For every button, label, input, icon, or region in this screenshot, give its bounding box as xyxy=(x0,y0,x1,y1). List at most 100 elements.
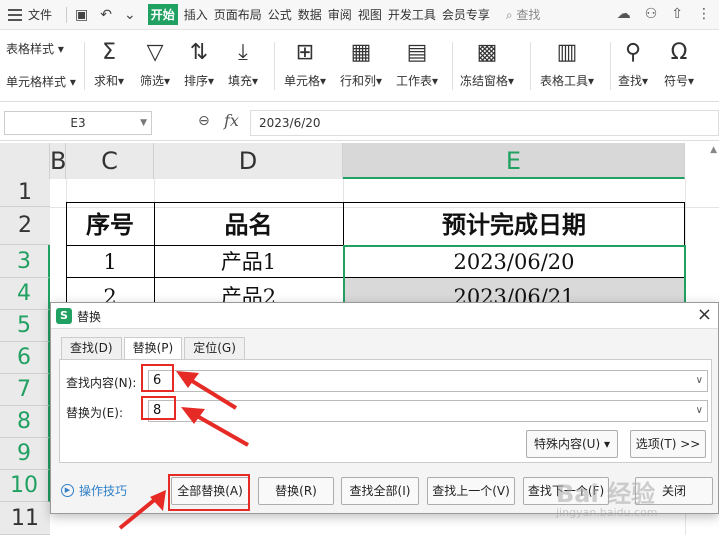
row-header-5[interactable]: 5 xyxy=(0,310,50,342)
menu-file[interactable]: 文件 xyxy=(28,6,52,23)
freeze-button[interactable]: ▩ 冻结窗格▾ xyxy=(460,38,514,89)
fill-button[interactable]: ⤓ 填充▾ xyxy=(228,38,258,89)
sum-button[interactable]: Σ 求和▾ xyxy=(94,38,124,89)
annotation-box-replace xyxy=(141,396,176,420)
options-button[interactable]: 选项(T) >> xyxy=(630,430,706,458)
header-cell-no[interactable]: 序号 xyxy=(66,205,154,245)
row-header-4[interactable]: 4 xyxy=(0,278,50,310)
row-header-11[interactable]: 11 xyxy=(0,502,50,535)
row-col-label: 行和列 xyxy=(340,74,377,88)
menu-tab-insert[interactable]: 插入 xyxy=(184,6,208,23)
style-group: 表格样式 ▾ 单元格样式 ▾ xyxy=(6,40,76,106)
filter-button[interactable]: ▽ 筛选▾ xyxy=(140,38,170,89)
menu-tab-developer[interactable]: 开发工具 xyxy=(388,6,436,23)
toolbar-separator xyxy=(84,42,85,90)
tab-find[interactable]: 查找(D) xyxy=(61,337,122,359)
sheet-button[interactable]: ▤ 工作表▾ xyxy=(396,38,438,89)
replace-button[interactable]: 替换(R) xyxy=(258,477,334,505)
name-box-value: E3 xyxy=(70,116,86,130)
cell-e3[interactable]: 2023/06/20 xyxy=(343,246,685,278)
omega-icon: Ω xyxy=(670,39,688,65)
table-style-button[interactable]: 表格样式 ▾ xyxy=(6,40,76,57)
toolbox-icon: ▥ xyxy=(556,39,578,65)
toolbar-separator xyxy=(452,42,453,90)
scroll-up-icon[interactable]: ▲ xyxy=(710,145,717,155)
tab-replace[interactable]: 替换(P) xyxy=(123,337,183,360)
menu-tab-formula[interactable]: 公式 xyxy=(268,6,292,23)
special-content-button[interactable]: 特殊内容(U) ▾ xyxy=(526,430,618,458)
fill-icon: ⤓ xyxy=(238,39,248,65)
chevron-down-icon[interactable]: ▼ xyxy=(140,112,147,134)
header-cell-date[interactable]: 预计完成日期 xyxy=(343,205,685,245)
operation-tips-link[interactable]: ▶ 操作技巧 xyxy=(61,482,127,499)
row-header-1[interactable]: 1 xyxy=(0,179,50,207)
fx-icon[interactable]: fx xyxy=(224,111,239,130)
sort-button[interactable]: ⇅ 排序▾ xyxy=(184,38,214,89)
dialog-tabs: 查找(D) 替换(P) 定位(G) xyxy=(61,337,247,360)
share-icon[interactable]: ⇧ xyxy=(671,6,683,22)
save-icon[interactable]: ▣ xyxy=(75,7,88,23)
more-icon[interactable]: ⌄ xyxy=(124,7,136,23)
undo-icon[interactable]: ↶ xyxy=(100,7,112,23)
find-all-button[interactable]: 查找全部(I) xyxy=(341,477,419,505)
operation-tips-label: 操作技巧 xyxy=(79,484,128,498)
menu-tab-data[interactable]: 数据 xyxy=(298,6,322,23)
cell-button[interactable]: ⊞ 单元格▾ xyxy=(284,38,326,89)
cell-style-button[interactable]: 单元格样式 ▾ xyxy=(6,73,76,90)
magnifier-icon: ⚲ xyxy=(624,39,642,65)
dialog-titlebar[interactable]: S 替换 × xyxy=(51,303,718,329)
zoom-icon[interactable]: ⊖ xyxy=(198,113,210,129)
menu-tab-page-layout[interactable]: 页面布局 xyxy=(214,6,262,23)
user-icon[interactable]: ⚇ xyxy=(645,6,658,22)
name-box[interactable]: E3 ▼ xyxy=(4,111,152,135)
find-button[interactable]: ⚲ 查找▾ xyxy=(618,38,648,89)
chevron-down-icon[interactable]: ∨ xyxy=(696,371,703,391)
row-header-6[interactable]: 6 xyxy=(0,342,50,374)
cell-style-label: 单元格样式 xyxy=(6,75,67,89)
table-tools-button[interactable]: ▥ 表格工具▾ xyxy=(540,38,594,89)
find-previous-button[interactable]: 查找上一个(V) xyxy=(427,477,515,505)
search-icon: ⌕ xyxy=(505,8,513,22)
symbol-button[interactable]: Ω 符号▾ xyxy=(664,38,694,89)
cloud-icon[interactable]: ☁ xyxy=(617,6,631,22)
menu-tab-view[interactable]: 视图 xyxy=(358,6,382,23)
row-col-button[interactable]: ▦ 行和列▾ xyxy=(340,38,382,89)
cell-d3[interactable]: 产品1 xyxy=(154,246,343,278)
menu-tab-member[interactable]: 会员专享 xyxy=(442,6,490,23)
row-header-8[interactable]: 8 xyxy=(0,406,50,438)
chevron-down-icon[interactable]: ∨ xyxy=(696,401,703,421)
kebab-icon[interactable]: ⋮ xyxy=(697,6,711,22)
column-header-d[interactable]: D xyxy=(154,143,343,179)
row-header-10[interactable]: 10 xyxy=(0,470,50,502)
sheet-label: 工作表 xyxy=(396,74,433,88)
row-header-3[interactable]: 3 xyxy=(0,245,50,278)
header-cell-name[interactable]: 品名 xyxy=(154,205,343,245)
menu-tab-review[interactable]: 审阅 xyxy=(328,6,352,23)
table-tools-label: 表格工具 xyxy=(540,74,589,88)
row-header-2[interactable]: 2 xyxy=(0,207,50,245)
watermark: Bai 经验 xyxy=(556,480,656,508)
annotation-box-replace-all xyxy=(168,474,250,511)
window-icons: ☁ ⚇ ⇧ ⋮ xyxy=(617,6,711,22)
cell-icon: ⊞ xyxy=(295,39,315,65)
column-header-e[interactable]: E xyxy=(343,143,685,179)
column-header-c[interactable]: C xyxy=(66,143,154,179)
dialog-title: 替换 xyxy=(77,310,102,324)
close-icon[interactable]: × xyxy=(697,304,712,325)
replace-with-input[interactable]: 8 ∨ xyxy=(148,400,708,422)
formula-input[interactable]: 2023/6/20 xyxy=(250,110,719,136)
find-content-input[interactable]: 6 ∨ xyxy=(148,370,708,392)
sum-label: 求和 xyxy=(94,74,119,88)
toolbar-separator xyxy=(274,42,275,90)
select-all-corner[interactable] xyxy=(0,143,50,179)
row-header-7[interactable]: 7 xyxy=(0,374,50,406)
menu-search[interactable]: ⌕ 查找 xyxy=(506,6,541,23)
hamburger-icon[interactable] xyxy=(8,8,22,21)
fill-label: 填充 xyxy=(228,74,253,88)
menu-tab-home[interactable]: 开始 xyxy=(147,4,178,25)
annotation-box-find xyxy=(141,364,174,392)
tab-goto[interactable]: 定位(G) xyxy=(184,337,245,359)
row-header-9[interactable]: 9 xyxy=(0,438,50,470)
column-header-b[interactable]: B xyxy=(50,143,66,179)
cell-c3[interactable]: 1 xyxy=(66,246,154,278)
